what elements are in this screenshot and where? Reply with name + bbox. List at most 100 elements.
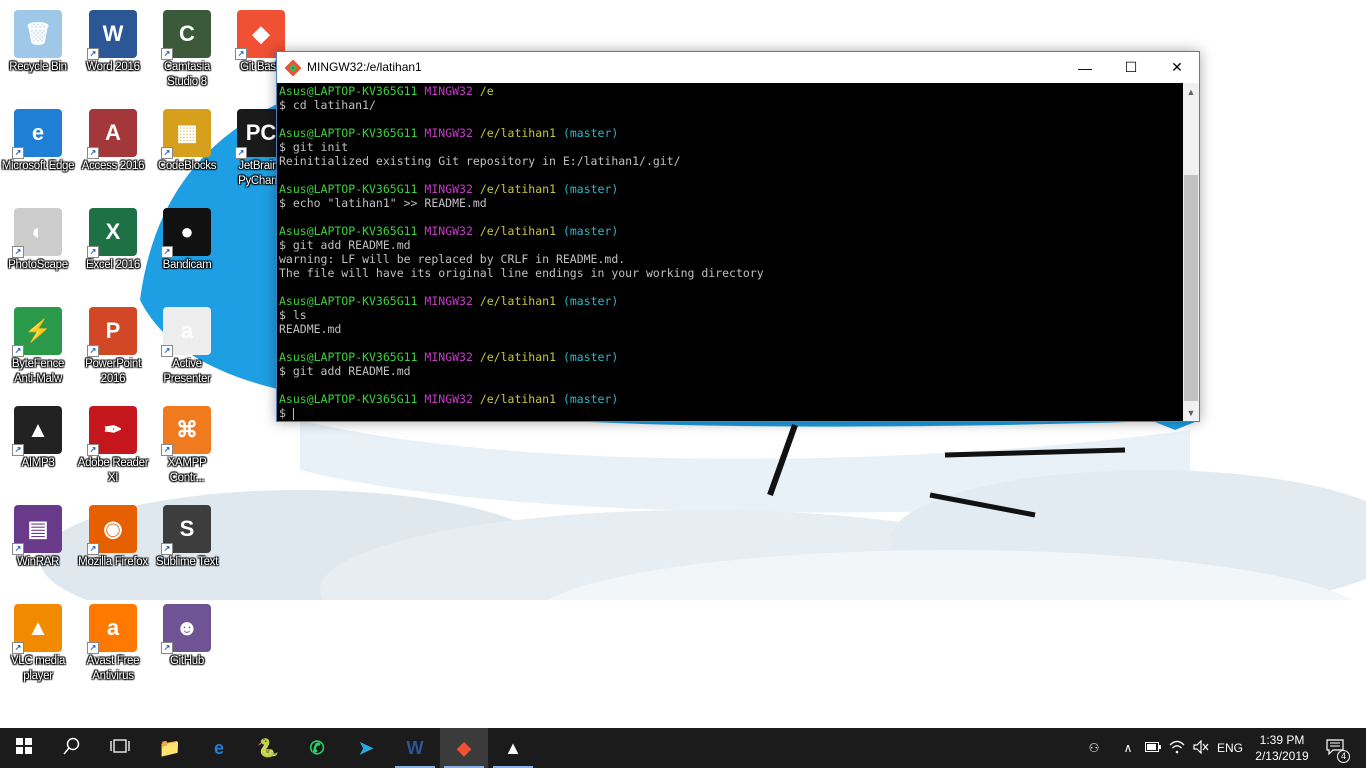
prompt-user: Asus@LAPTOP-KV365G11: [279, 294, 418, 308]
task-view-button[interactable]: [96, 728, 144, 768]
prompt-path: /e/latihan1: [479, 294, 556, 308]
terminal-text: $ git add README.md: [279, 364, 411, 378]
start-button[interactable]: [0, 728, 48, 768]
search-icon: [63, 737, 81, 760]
volume-button[interactable]: [1190, 728, 1212, 768]
telegram-icon: ➤: [358, 737, 374, 758]
terminal-text: $ git init: [279, 140, 349, 154]
taskbar-word-button[interactable]: W: [391, 728, 439, 768]
terminal-line: Reinitialized existing Git repository in…: [279, 154, 1181, 168]
git-bash-icon: ◆: [457, 737, 471, 758]
shortcut-arrow-icon: ↗: [87, 147, 99, 159]
desktop-icon-label: Camtasia Studio 8: [163, 61, 211, 88]
desktop-icon-github[interactable]: ☻ ↗ GitHub: [149, 598, 225, 690]
desktop-icon-label: Bandicam: [162, 259, 212, 271]
desktop-icon-bandicam[interactable]: ● ↗ Bandicam: [149, 202, 225, 294]
terminal-prompt-line: Asus@LAPTOP-KV365G11 MINGW32 /e/latihan1…: [279, 182, 1181, 196]
git-bash-window[interactable]: MINGW32:/e/latihan1 — ☐ ✕ Asus@LAPTOP-KV…: [276, 51, 1200, 422]
taskbar-git-bash-button[interactable]: ◆: [440, 728, 488, 768]
adobe-reader-xi-icon: ✒ ↗: [87, 406, 137, 456]
terminal-prompt-line: Asus@LAPTOP-KV365G11 MINGW32 /e/latihan1…: [279, 126, 1181, 140]
network-button[interactable]: [1166, 728, 1188, 768]
terminal-text: The file will have its original line end…: [279, 266, 764, 280]
action-center-button[interactable]: 4: [1318, 728, 1352, 768]
taskbar: 📁 e 🐍 ✆ ➤ W ◆ ▲ ⚇ ∧ ENG 1:39 PM 2/13/2019 4: [0, 728, 1366, 768]
desktop-icon-xampp-contr[interactable]: ⌘ ↗ XAMPP Contr...: [149, 400, 225, 492]
desktop-icon-active-presenter[interactable]: a ↗ Active Presenter: [149, 301, 225, 393]
terminal-prompt-line: Asus@LAPTOP-KV365G11 MINGW32 /e/latihan1…: [279, 224, 1181, 238]
window-titlebar[interactable]: MINGW32:/e/latihan1 — ☐ ✕: [277, 52, 1199, 83]
desktop-icon-powerpoint-2016[interactable]: P ↗ PowerPoint 2016: [75, 301, 151, 393]
language-button[interactable]: ENG: [1214, 728, 1246, 768]
desktop-icon-winrar[interactable]: ▤ ↗ WinRAR: [0, 499, 76, 591]
terminal-line: README.md: [279, 322, 1181, 336]
terminal-text: $ git add README.md: [279, 238, 411, 252]
shortcut-arrow-icon: ↗: [235, 48, 247, 60]
prompt-branch: (master): [562, 294, 619, 308]
desktop-icon-codeblocks[interactable]: ▦ ↗ CodeBlocks: [149, 103, 225, 195]
show-hidden-icons-button[interactable]: ∧: [1116, 728, 1140, 768]
prompt-env: MINGW32: [424, 350, 473, 364]
taskbar-telegram-button[interactable]: ➤: [342, 728, 390, 768]
desktop-icon-photoscape[interactable]: ◐ ↗ PhotoScape: [0, 202, 76, 294]
terminal-output[interactable]: Asus@LAPTOP-KV365G11 MINGW32 /e $ cd lati…: [277, 83, 1183, 421]
notification-icon: 4: [1326, 738, 1350, 763]
wifi-icon: [1169, 740, 1185, 757]
terminal-line: $ ls: [279, 308, 1181, 322]
shortcut-arrow-icon: ↗: [87, 444, 99, 456]
desktop-icon-recycle-bin[interactable]: 🗑 Recycle Bin: [0, 4, 76, 96]
desktop-icon-sublime-text[interactable]: S ↗ Sublime Text: [149, 499, 225, 591]
terminal-text: Reinitialized existing Git repository in…: [279, 154, 681, 168]
powerpoint-2016-icon: P ↗: [87, 307, 137, 357]
terminal-input-line: $: [279, 406, 293, 420]
desktop-icon-avast-free-antivirus[interactable]: a ↗ Avast Free Antivirus: [75, 598, 151, 690]
minimize-button[interactable]: —: [1062, 52, 1108, 83]
desktop-icon-word-2016[interactable]: W ↗ Word 2016: [75, 4, 151, 96]
word-icon: W: [406, 737, 424, 758]
battery-button[interactable]: [1142, 728, 1164, 768]
bandicam-icon: ● ↗: [161, 208, 211, 258]
desktop-icon-bytefence-anti-malw[interactable]: ⚡ ↗ ByteFence Anti-Malw: [0, 301, 76, 393]
prompt-branch: (master): [562, 182, 619, 196]
desktop-icon-label: Access 2016: [81, 160, 145, 172]
desktop-icon-vlc-media-player[interactable]: ▲ ↗ VLC media player: [0, 598, 76, 690]
terminal-text: $ cd latihan1/: [279, 98, 376, 112]
desktop-icon-aimp3[interactable]: ▲ ↗ AIMP3: [0, 400, 76, 492]
desktop-icon-microsoft-edge[interactable]: e ↗ Microsoft Edge: [0, 103, 76, 195]
clock-time: 1:39 PM: [1259, 733, 1305, 747]
desktop-icon-camtasia-studio-8[interactable]: C ↗ Camtasia Studio 8: [149, 4, 225, 96]
prompt-user: Asus@LAPTOP-KV365G11: [279, 126, 418, 140]
taskbar-clock[interactable]: 1:39 PM 2/13/2019: [1248, 732, 1316, 764]
close-button[interactable]: ✕: [1154, 52, 1200, 83]
prompt-path: /e/latihan1: [479, 126, 556, 140]
desktop-icon-label: Avast Free Antivirus: [86, 655, 140, 682]
taskbar-photos-button[interactable]: ▲: [489, 728, 537, 768]
desktop-icon-access-2016[interactable]: A ↗ Access 2016: [75, 103, 151, 195]
terminal-text: $ echo "latihan1" >> README.md: [279, 196, 487, 210]
sublime-text-icon: S ↗: [161, 505, 211, 555]
scroll-up-button[interactable]: ▲: [1183, 83, 1199, 100]
shortcut-arrow-icon: ↗: [87, 642, 99, 654]
search-button[interactable]: [48, 728, 96, 768]
desktop-icon-excel-2016[interactable]: X ↗ Excel 2016: [75, 202, 151, 294]
taskbar-whatsapp-button[interactable]: ✆: [293, 728, 341, 768]
people-icon: ⚇: [1088, 741, 1100, 755]
terminal-prompt-line: Asus@LAPTOP-KV365G11 MINGW32 /e: [279, 84, 1181, 98]
scroll-down-button[interactable]: ▼: [1183, 404, 1199, 421]
maximize-button[interactable]: ☐: [1108, 52, 1154, 83]
desktop-icon-mozilla-firefox[interactable]: ◉ ↗ Mozilla Firefox: [75, 499, 151, 591]
scroll-thumb[interactable]: [1184, 175, 1198, 401]
desktop-icon-adobe-reader-xi[interactable]: ✒ ↗ Adobe Reader XI: [75, 400, 151, 492]
file-explorer-icon: 📁: [158, 737, 182, 758]
people-button[interactable]: ⚇: [1080, 728, 1108, 768]
git-bash-icon: [284, 59, 302, 77]
prompt-user: Asus@LAPTOP-KV365G11: [279, 182, 418, 196]
terminal-scrollbar[interactable]: ▲ ▼: [1183, 83, 1199, 421]
terminal-prompt-line: Asus@LAPTOP-KV365G11 MINGW32 /e/latihan1…: [279, 350, 1181, 364]
prompt-env: MINGW32: [424, 182, 473, 196]
taskbar-python-button[interactable]: 🐍: [244, 728, 292, 768]
taskbar-file-explorer-button[interactable]: 📁: [146, 728, 194, 768]
taskbar-edge-button[interactable]: e: [195, 728, 243, 768]
